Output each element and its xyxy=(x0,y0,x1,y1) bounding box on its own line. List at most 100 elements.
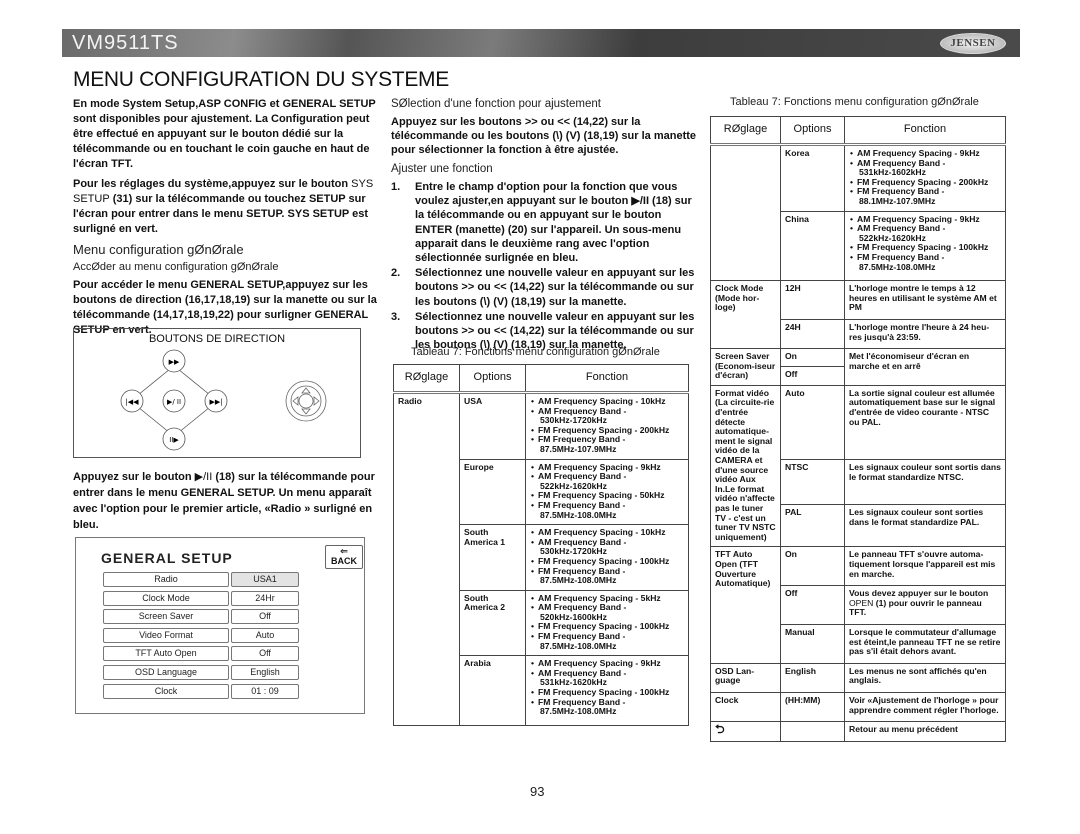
connector-line xyxy=(137,406,171,434)
function-cell: Les signaux couleur sont sorties dans le… xyxy=(844,504,1006,548)
table-caption: Tableau 7: Fonctions menu configuration … xyxy=(730,96,979,108)
connector-line xyxy=(137,368,171,396)
table-row-back: ⮌ Retour au menu précédent xyxy=(710,721,1006,742)
table-row-clock: Clock (HH:MM) Voir «Ajustement de l'horl… xyxy=(710,691,1006,723)
forward-button-icon: ▶▶ xyxy=(162,349,186,373)
function-cell: AM Frequency Spacing - 5kHz AM Frequency… xyxy=(525,589,689,657)
list-item: AM Frequency Band - xyxy=(530,406,684,417)
open-keyword: OPEN xyxy=(849,597,874,608)
step-item: 2. Sélectionnez une nouvelle valeur en ap… xyxy=(391,266,701,309)
table-header-row: RØglage Options Fonction xyxy=(393,364,689,394)
option-cell: Manual xyxy=(780,623,845,664)
option-cell: On xyxy=(780,546,845,587)
direction-buttons-figure: BOUTONS DE DIRECTION ▶▶ |◀◀ ▶/ II ▶▶| II… xyxy=(73,328,361,458)
list-item-value: 87.5MHz-108.0MHz xyxy=(540,706,617,717)
text-part: Appuyez sur le bouton xyxy=(73,471,195,483)
setup-row-value[interactable]: Auto xyxy=(231,627,299,643)
table-row: Korea AM Frequency Spacing - 9kHz AM Fre… xyxy=(710,143,1006,282)
function-cell: AM Frequency Spacing - 9kHz AM Frequency… xyxy=(844,144,1006,212)
setup-row-label[interactable]: Radio xyxy=(103,572,229,587)
list-item: FM Frequency Band - xyxy=(530,697,684,708)
setting-cell: OSD Lan-guage xyxy=(710,662,781,693)
setting-cell: Clock xyxy=(710,691,781,723)
column-middle: SØlection d'une fonction pour ajustement… xyxy=(391,97,701,352)
function-cell: AM Frequency Spacing - 9kHz AM Frequency… xyxy=(844,210,1006,282)
table-row-tft-auto-open: TFT Auto Open (TFT Ouverture Automatique… xyxy=(710,546,1006,664)
option-cell: China xyxy=(780,210,845,282)
selection-heading: SØlection d'une fonction pour ajustement xyxy=(391,98,601,110)
option-cell: 24H xyxy=(780,318,845,350)
setup-row-video-format[interactable]: Video Format Auto xyxy=(103,627,299,643)
setup-row-value[interactable]: 24Hr xyxy=(231,590,299,606)
header-setting: RØglage xyxy=(710,116,781,146)
option-cell: USA xyxy=(459,392,526,460)
list-item: FM Frequency Band - xyxy=(530,500,684,511)
setup-row-value[interactable]: USA1 xyxy=(231,572,299,587)
list-item: AM Frequency Band - xyxy=(530,537,684,548)
setting-cell: Radio xyxy=(393,392,460,726)
header-options: Options xyxy=(780,116,845,146)
function-cell: AM Frequency Spacing - 9kHz AM Frequency… xyxy=(525,655,689,726)
option-cell: Auto xyxy=(780,384,845,461)
column-left: En mode System Setup,ASP CONFIG et GENER… xyxy=(73,97,378,343)
setup-row-clock[interactable]: Clock 01 : 09 xyxy=(103,683,299,699)
table-row-clock-mode: Clock Mode (Mode hor-loge) 12H L'horloge… xyxy=(710,280,1006,350)
setup-row-label[interactable]: TFT Auto Open xyxy=(103,646,229,661)
back-label: BACK xyxy=(331,556,357,566)
list-item-value: 87.5MHz-108.0MHz xyxy=(540,640,617,651)
previous-button-icon: |◀◀ xyxy=(120,389,144,413)
header-options: Options xyxy=(459,364,526,394)
svg-text:▶/ II: ▶/ II xyxy=(167,398,181,406)
step-button-icon: II▶ xyxy=(162,427,186,451)
table-row-screen-saver: Screen Saver (Econom-iseur d'écran) On M… xyxy=(710,348,1006,386)
function-cell: L'horloge montre le temps à 12 heures en… xyxy=(844,280,1006,320)
intro-paragraph: En mode System Setup,ASP CONFIG et GENER… xyxy=(73,98,376,170)
setup-row-radio[interactable]: Radio USA1 xyxy=(103,572,299,587)
svg-text:▶▶|: ▶▶| xyxy=(209,398,222,406)
setting-cell: Format vidéo (La circuite-rie d'entrée d… xyxy=(710,384,781,548)
list-item: FM Frequency Band - xyxy=(530,435,684,445)
setup-row-value[interactable]: English xyxy=(231,665,299,680)
model-name: VM9511TS xyxy=(72,32,179,54)
option-cell: PAL xyxy=(780,504,845,548)
setup-row-osd-language[interactable]: OSD Language English xyxy=(103,665,299,680)
setup-row-label[interactable]: Screen Saver xyxy=(103,609,229,624)
setup-row-tft-auto-open[interactable]: TFT Auto Open Off xyxy=(103,646,299,661)
adjust-heading: Ajuster une fonction xyxy=(391,163,493,175)
header-setting: RØglage xyxy=(393,364,460,394)
option-cell: English xyxy=(780,662,845,693)
function-cell: Retour au menu précédent xyxy=(844,721,1006,742)
table-row: Radio USA AM Frequency Spacing - 10kHz A… xyxy=(393,392,689,726)
setting-cell: Clock Mode (Mode hor-loge) xyxy=(710,280,781,350)
adjust-steps-list: 1. Entre le champ d'option pour la foncti… xyxy=(391,180,701,352)
play-pause-button-icon: ▶/ II xyxy=(162,389,186,413)
selection-paragraph: Appuyez sur les boutons >> ou << (14,22)… xyxy=(391,116,697,156)
table-row-video-format: Format vidéo (La circuite-rie d'entrée d… xyxy=(710,384,1006,548)
step-text: Sélectionnez une nouvelle valeur en appu… xyxy=(415,267,695,308)
return-icon: ⮌ xyxy=(715,722,725,737)
setup-row-label[interactable]: OSD Language xyxy=(103,665,229,680)
next-button-icon: ▶▶| xyxy=(204,389,228,413)
list-item: FM Frequency Band - xyxy=(530,631,684,642)
option-cell: Korea xyxy=(780,144,845,212)
setup-row-label[interactable]: Clock xyxy=(103,683,229,699)
option-cell xyxy=(780,721,845,742)
sys-setup-paragraph: Pour les réglages du système,appuyez sur… xyxy=(73,177,378,237)
option-cell: Arabia xyxy=(459,655,526,726)
setup-row-value[interactable]: 01 : 09 xyxy=(231,683,299,699)
back-button[interactable]: ⇐ BACK xyxy=(325,545,363,569)
setup-row-label[interactable]: Video Format xyxy=(103,627,229,643)
svg-text:II▶: II▶ xyxy=(169,436,179,444)
header-function: Fonction xyxy=(525,364,689,394)
function-cell: AM Frequency Spacing - 9kHz AM Frequency… xyxy=(525,458,689,526)
function-cell: Voir «Ajustement de l'horloge » pour app… xyxy=(844,691,1006,723)
setup-row-value[interactable]: Off xyxy=(231,609,299,624)
setup-row-clock-mode[interactable]: Clock Mode 24Hr xyxy=(103,590,299,606)
setup-row-screen-saver[interactable]: Screen Saver Off xyxy=(103,609,299,624)
option-cell: Off xyxy=(780,366,845,386)
back-arrow-icon: ⇐ xyxy=(340,546,348,556)
function-cell: Lorsque le commutateur d'allumage est ét… xyxy=(844,623,1006,664)
setup-row-value[interactable]: Off xyxy=(231,646,299,661)
setup-row-label[interactable]: Clock Mode xyxy=(103,590,229,606)
setting-cell: TFT Auto Open (TFT Ouverture Automatique… xyxy=(710,546,781,664)
